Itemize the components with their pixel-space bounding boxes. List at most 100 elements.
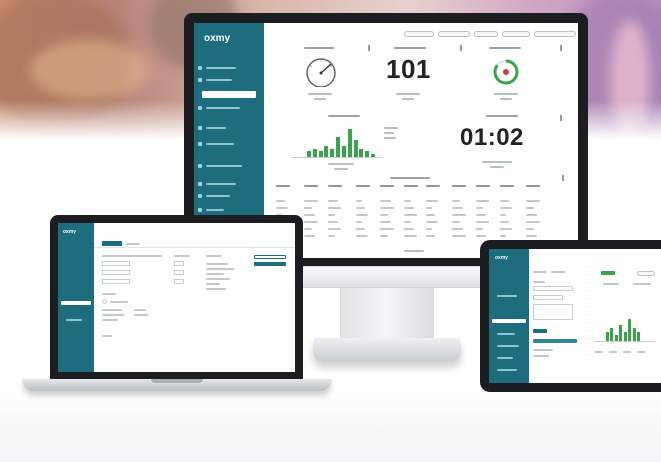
- list-item[interactable]: [206, 268, 234, 270]
- nav-item-active[interactable]: [492, 319, 526, 323]
- table-cell: [328, 207, 341, 209]
- list-item[interactable]: [206, 263, 228, 265]
- grid-line: [589, 267, 590, 367]
- card-caption: [494, 93, 518, 95]
- secondary-button[interactable]: [254, 255, 286, 259]
- form-textarea[interactable]: [533, 304, 573, 320]
- selected-row[interactable]: [533, 339, 577, 343]
- brand-logo: oxmy: [495, 255, 509, 261]
- filter-chip[interactable]: [637, 271, 655, 276]
- table-title: [390, 177, 430, 179]
- form-input[interactable]: [533, 295, 563, 300]
- table-cell: [452, 200, 460, 202]
- option-label: [102, 309, 122, 311]
- table-cell: [328, 235, 335, 237]
- table-cell: [356, 200, 362, 202]
- table-cell: [526, 235, 537, 237]
- card-menu-icon[interactable]: [560, 45, 562, 51]
- nav-item[interactable]: [194, 78, 264, 82]
- card-caption: [402, 98, 414, 100]
- header-action-button[interactable]: [474, 31, 498, 37]
- list-item[interactable]: [206, 273, 224, 275]
- tab-active[interactable]: [102, 241, 122, 246]
- card-title: [603, 283, 619, 285]
- list-item[interactable]: [533, 355, 549, 357]
- nav-item-active[interactable]: [202, 91, 256, 98]
- form-input[interactable]: [174, 270, 184, 275]
- form-input[interactable]: [102, 261, 130, 266]
- table-header-cell: [500, 185, 514, 187]
- table-cell: [356, 214, 368, 216]
- table-cell: [380, 221, 391, 223]
- nav-item[interactable]: [194, 106, 264, 110]
- nav-item[interactable]: [58, 319, 94, 322]
- radio-button[interactable]: [102, 299, 107, 304]
- histogram-bar: [347, 129, 352, 157]
- card-menu-icon[interactable]: [460, 45, 462, 51]
- table-header-cell: [526, 185, 540, 187]
- nav-item[interactable]: [489, 345, 529, 348]
- table-header-cell: [426, 185, 440, 187]
- nav-item[interactable]: [194, 182, 264, 186]
- card-menu-icon[interactable]: [560, 115, 562, 121]
- tablet-main: [529, 249, 661, 383]
- form-input[interactable]: [174, 279, 184, 284]
- table-cell: [356, 228, 365, 230]
- table-cell: [328, 200, 338, 202]
- list-item[interactable]: [206, 288, 226, 290]
- histogram-bar: [619, 325, 623, 341]
- primary-button[interactable]: [254, 262, 286, 266]
- table-cell: [426, 207, 432, 209]
- gauge-chart: [306, 58, 336, 87]
- table-header-cell: [476, 185, 490, 187]
- table-header-cell: [328, 185, 342, 187]
- table-cell: [452, 235, 466, 237]
- tablet-histogram-chart: [605, 319, 641, 341]
- tablet: oxmy: [480, 240, 661, 392]
- table-cell: [526, 200, 540, 202]
- list-item[interactable]: [206, 278, 230, 280]
- nav-item[interactable]: [489, 333, 529, 336]
- tab[interactable]: [533, 271, 547, 273]
- table-cell: [404, 235, 417, 237]
- primary-button[interactable]: [533, 329, 547, 333]
- table-cell: [328, 221, 338, 223]
- card-caption: [334, 168, 348, 170]
- form-section-title: [102, 255, 162, 257]
- header-action-button[interactable]: [534, 31, 576, 37]
- form-input[interactable]: [174, 261, 184, 266]
- histogram-chart: [306, 129, 376, 157]
- header-action-button[interactable]: [404, 31, 434, 37]
- filter-chip-active[interactable]: [601, 271, 615, 275]
- nav-item[interactable]: [194, 66, 264, 70]
- list-item[interactable]: [533, 349, 553, 351]
- option-label: [134, 314, 148, 316]
- table-caption: [404, 250, 424, 252]
- form-label: [102, 293, 116, 295]
- form-input[interactable]: [102, 279, 130, 284]
- header-action-button[interactable]: [438, 31, 470, 37]
- nav-item[interactable]: [194, 126, 264, 130]
- nav-item[interactable]: [489, 357, 529, 360]
- table-menu-icon[interactable]: [562, 175, 564, 181]
- nav-item-active[interactable]: [61, 301, 91, 305]
- tab[interactable]: [126, 243, 140, 245]
- card-caption: [482, 161, 512, 163]
- table-cell: [404, 228, 414, 230]
- tab[interactable]: [551, 271, 565, 273]
- donut-chart: [493, 59, 519, 85]
- nav-item[interactable]: [194, 208, 264, 212]
- list-item[interactable]: [206, 283, 220, 285]
- form-input[interactable]: [102, 270, 130, 275]
- nav-item[interactable]: [194, 194, 264, 198]
- footer-link[interactable]: [102, 335, 112, 337]
- header-action-button[interactable]: [502, 31, 530, 37]
- nav-item[interactable]: [489, 295, 529, 298]
- nav-item[interactable]: [489, 369, 529, 372]
- card-menu-icon[interactable]: [368, 45, 370, 51]
- dashboard-main: 101 01:02: [264, 23, 578, 258]
- form-input[interactable]: [533, 286, 573, 291]
- nav-item[interactable]: [194, 142, 264, 146]
- table-cell: [500, 221, 509, 223]
- nav-item[interactable]: [194, 164, 264, 168]
